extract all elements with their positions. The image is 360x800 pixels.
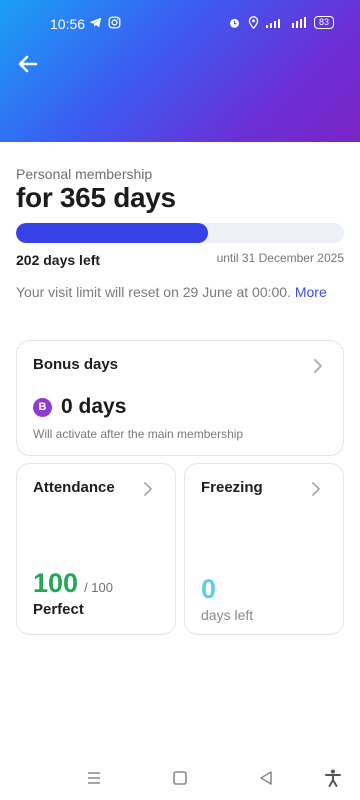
bonus-days-value: 0 days xyxy=(61,395,127,418)
attendance-value: 100 xyxy=(33,568,79,598)
system-nav-bar xyxy=(0,760,360,800)
status-right-icons: 83 xyxy=(228,16,334,29)
accessibility-icon[interactable] xyxy=(323,768,343,788)
membership-progress-bar xyxy=(16,223,344,243)
until-date: until 31 December 2025 xyxy=(216,251,344,265)
location-icon xyxy=(248,16,259,29)
back-arrow-icon[interactable] xyxy=(16,52,40,76)
telegram-icon xyxy=(89,17,102,28)
bonus-days-title: Bonus days xyxy=(33,356,119,373)
membership-progress-fill xyxy=(16,223,208,243)
bonus-days-note: Will activate after the main membership xyxy=(33,427,244,441)
header-banner: 10:56 83 xyxy=(0,0,360,142)
attendance-title: Attendance xyxy=(33,479,115,496)
freezing-value: 0 xyxy=(201,574,217,604)
home-square-icon[interactable] xyxy=(170,768,190,788)
visit-limit-message: Your visit limit will reset on 29 June a… xyxy=(16,284,295,300)
attendance-status: Perfect xyxy=(33,601,84,618)
back-triangle-icon[interactable] xyxy=(256,768,276,788)
instagram-icon xyxy=(108,16,121,29)
attendance-value-row: 100 / 100 xyxy=(33,568,113,599)
freezing-title: Freezing xyxy=(201,479,263,496)
status-left-icons xyxy=(89,16,121,29)
membership-title: for 365 days xyxy=(16,182,176,213)
bonus-days-card[interactable]: Bonus days B 0 days Will activate after … xyxy=(16,340,344,456)
status-time: 10:56 xyxy=(50,16,86,32)
freezing-card[interactable]: Freezing 0 days left xyxy=(184,463,344,635)
chevron-right-icon xyxy=(144,482,152,496)
battery-icon: 83 xyxy=(313,16,334,29)
chevron-right-icon xyxy=(312,482,320,496)
membership-label: Personal membership xyxy=(16,166,153,182)
days-left: 202 days left xyxy=(16,252,101,268)
signal-icon xyxy=(265,17,306,28)
attendance-card[interactable]: Attendance 100 / 100 Perfect xyxy=(16,463,176,635)
bonus-badge-icon: B xyxy=(33,397,52,417)
menu-icon[interactable] xyxy=(84,768,104,788)
bonus-value-row: B 0 days xyxy=(33,395,126,419)
visit-limit-text: Your visit limit will reset on 29 June a… xyxy=(16,284,346,300)
freezing-sub: days left xyxy=(201,607,254,623)
attendance-total: / 100 xyxy=(84,580,113,595)
chevron-right-icon xyxy=(314,359,322,373)
more-link[interactable]: More xyxy=(295,284,327,300)
status-bar: 10:56 83 xyxy=(0,14,360,34)
alarm-icon xyxy=(230,18,239,28)
